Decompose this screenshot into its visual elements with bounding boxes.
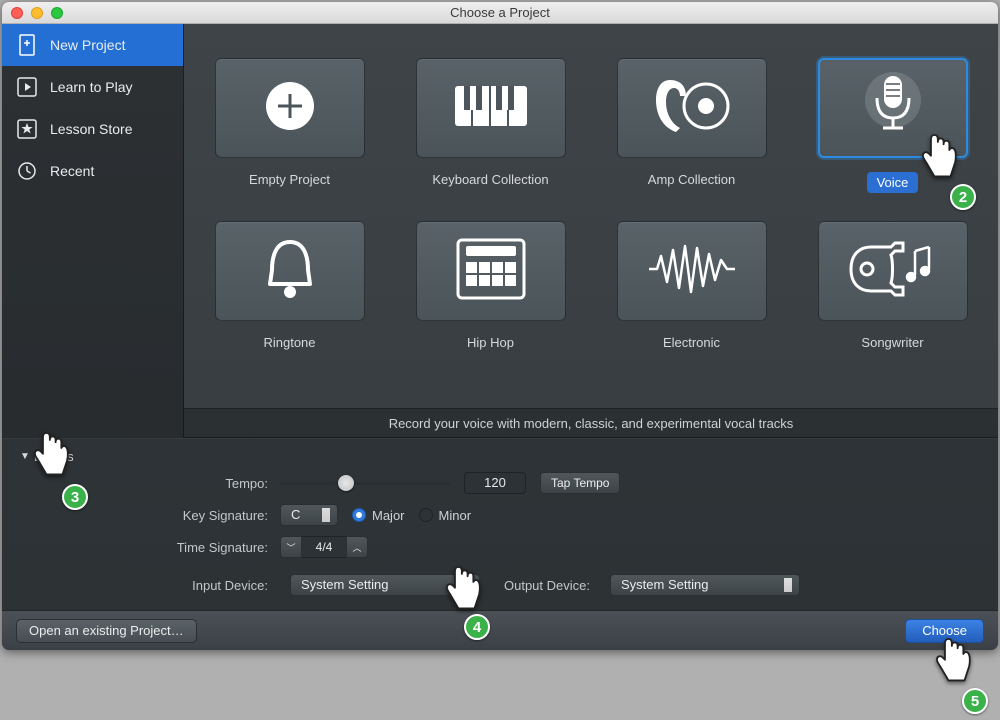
template-label: Hip Hop: [467, 335, 514, 350]
stepper-down-icon[interactable]: ﹀: [280, 536, 302, 558]
tap-tempo-button[interactable]: Tap Tempo: [540, 472, 620, 494]
tempo-field[interactable]: 120: [464, 472, 526, 494]
updown-icon: ▲▼: [785, 577, 793, 593]
template-hip-hop[interactable]: Hip Hop: [405, 221, 576, 350]
sidebar-item-label: Learn to Play: [50, 79, 133, 95]
plus-circle-icon: [263, 79, 317, 138]
details-label: Details: [34, 449, 74, 464]
template-description: Record your voice with modern, classic, …: [184, 408, 998, 438]
template-electronic[interactable]: Electronic: [606, 221, 777, 350]
output-device-label: Output Device:: [490, 578, 600, 593]
annotation-badge-5: 5: [962, 688, 988, 714]
keyboard-icon: [454, 82, 528, 135]
output-device-select[interactable]: System Setting ▲▼: [610, 574, 800, 596]
details-disclosure[interactable]: ▼ Details: [20, 449, 980, 464]
waveform-icon: [647, 244, 737, 299]
template-ringtone[interactable]: Ringtone: [204, 221, 375, 350]
updown-icon: ▲▼: [465, 577, 473, 593]
details-panel: ▼ Details Tempo: 120 Tap Tempo Key Signa…: [2, 438, 998, 610]
updown-icon: ▲▼: [323, 507, 331, 523]
choose-button[interactable]: Choose: [905, 619, 984, 643]
body: New Project Learn to Play Lesson Store R…: [2, 24, 998, 438]
bell-icon: [260, 236, 320, 307]
project-chooser-window: Choose a Project New Project Learn to Pl…: [2, 2, 998, 650]
output-device-value: System Setting: [621, 575, 708, 595]
key-value: C: [291, 505, 300, 525]
template-empty-project[interactable]: Empty Project: [204, 58, 375, 193]
footer: Open an existing Project… Choose: [2, 610, 998, 650]
template-grid: Empty Project Keyboard Collection: [184, 24, 998, 408]
template-label: Electronic: [663, 335, 720, 350]
minor-label: Minor: [439, 508, 472, 523]
input-device-select[interactable]: System Setting ▲▼: [290, 574, 480, 596]
learn-play-icon: [16, 76, 38, 98]
stepper-up-icon[interactable]: ︿: [346, 536, 368, 558]
sidebar-item-lesson-store[interactable]: Lesson Store: [2, 108, 183, 150]
input-device-label: Input Device:: [20, 578, 280, 593]
titlebar: Choose a Project: [2, 2, 998, 24]
drum-machine-icon: [456, 238, 526, 305]
sidebar-item-label: Recent: [50, 163, 94, 179]
guitar-amp-icon: [650, 76, 734, 141]
microphone-icon: [863, 70, 923, 147]
key-select[interactable]: C ▲▼: [280, 504, 338, 526]
major-label: Major: [372, 508, 405, 523]
sidebar: New Project Learn to Play Lesson Store R…: [2, 24, 184, 438]
sidebar-item-label: Lesson Store: [50, 121, 133, 137]
sidebar-item-learn-to-play[interactable]: Learn to Play: [2, 66, 183, 108]
tempo-label: Tempo:: [20, 476, 280, 491]
star-box-icon: [16, 118, 38, 140]
template-label: Songwriter: [861, 335, 923, 350]
template-label: Ringtone: [263, 335, 315, 350]
sidebar-item-new-project[interactable]: New Project: [2, 24, 183, 66]
template-keyboard-collection[interactable]: Keyboard Collection: [405, 58, 576, 193]
template-voice[interactable]: Voice: [807, 58, 978, 193]
window-title: Choose a Project: [2, 5, 998, 20]
input-device-value: System Setting: [301, 575, 388, 595]
template-label: Amp Collection: [648, 172, 735, 187]
tempo-slider[interactable]: [280, 474, 450, 492]
template-label: Keyboard Collection: [432, 172, 548, 187]
clock-icon: [16, 160, 38, 182]
sidebar-item-recent[interactable]: Recent: [2, 150, 183, 192]
template-label: Voice: [867, 172, 919, 193]
sidebar-item-label: New Project: [50, 37, 125, 53]
template-amp-collection[interactable]: Amp Collection: [606, 58, 777, 193]
template-label: Empty Project: [249, 172, 330, 187]
disclosure-triangle-icon: ▼: [20, 451, 30, 462]
template-songwriter[interactable]: Songwriter: [807, 221, 978, 350]
time-signature-label: Time Signature:: [20, 540, 280, 555]
minor-radio[interactable]: Minor: [419, 508, 472, 523]
radio-icon: [419, 508, 433, 522]
radio-icon: [352, 508, 366, 522]
main-pane: Empty Project Keyboard Collection: [184, 24, 998, 438]
time-signature-stepper[interactable]: ﹀ 4/4 ︿: [280, 536, 368, 558]
document-plus-icon: [16, 34, 38, 56]
guitar-notes-icon: [845, 239, 941, 304]
time-signature-value: 4/4: [302, 536, 346, 558]
open-existing-button[interactable]: Open an existing Project…: [16, 619, 197, 643]
key-signature-label: Key Signature:: [20, 508, 280, 523]
major-radio[interactable]: Major: [352, 508, 405, 523]
